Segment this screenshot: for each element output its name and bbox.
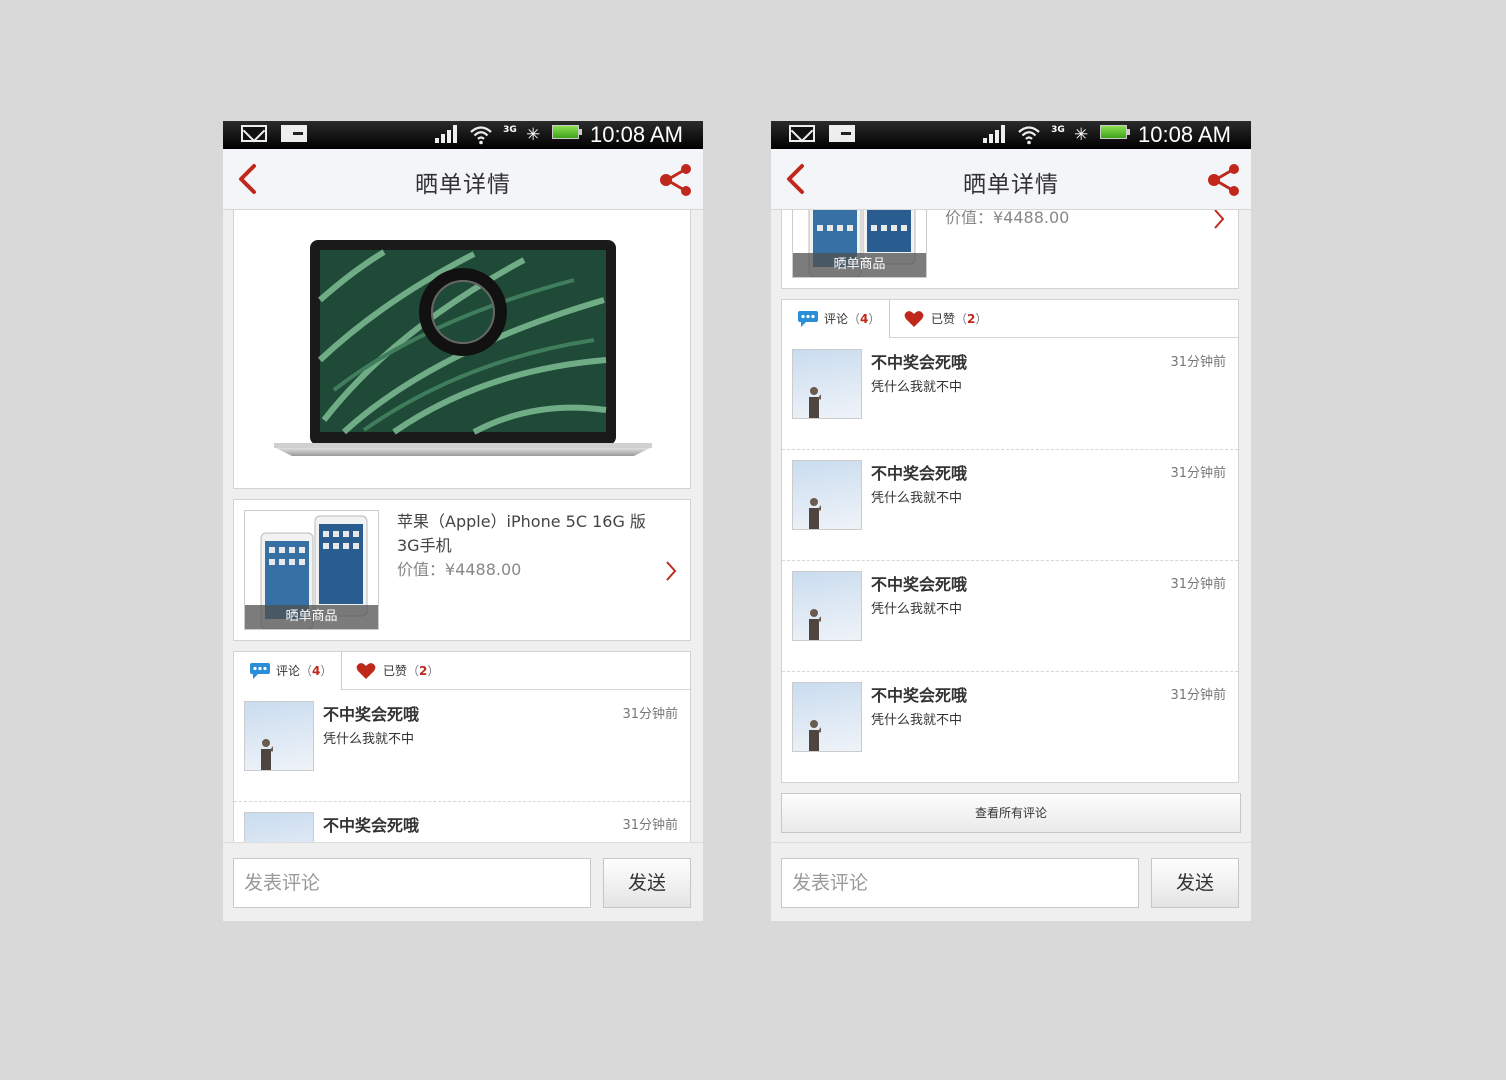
sd-card-icon	[829, 125, 855, 142]
avatar	[792, 349, 862, 419]
phone-screen-left: 3G ✳ 10:08 AM 晒单详情 晒单商品 苹果（Apple）iPhone …	[223, 121, 703, 921]
comment-input[interactable]	[233, 858, 591, 908]
comment-tabs: 评论（4） 已赞（2）	[234, 652, 690, 690]
mail-icon	[241, 125, 267, 142]
send-button[interactable]: 发送	[603, 858, 691, 908]
comment-user[interactable]: 不中奖会死哦	[871, 571, 967, 595]
share-icon[interactable]	[659, 163, 693, 197]
tab-comments-label: 评论	[824, 312, 849, 326]
page-title: 晒单详情	[415, 172, 511, 198]
price-value: ¥4488.00	[993, 210, 1070, 227]
network-type: 3G	[1051, 125, 1065, 135]
avatar	[792, 571, 862, 641]
tab-likes[interactable]: 已赞（2）	[342, 652, 690, 690]
comment-text: 凭什么我就不中	[871, 380, 963, 395]
thumbnail-label: 晒单商品	[245, 605, 378, 629]
avatar	[244, 812, 314, 842]
product-card[interactable]: 晒单商品 苹果（Apple）iPhone 5C 16G 版 3G手机 价值：¥4…	[233, 499, 691, 641]
comment-time: 31分钟前	[1170, 355, 1226, 370]
share-icon[interactable]	[1207, 163, 1241, 197]
view-all-comments-button[interactable]: 查看所有评论	[781, 793, 1241, 833]
avatar	[792, 460, 862, 530]
hero-image-panel	[233, 210, 691, 489]
comment-user[interactable]: 不中奖会死哦	[871, 682, 967, 706]
thumbnail-label: 晒单商品	[793, 253, 926, 277]
product-card[interactable]: 晒单商品 苹果（Apple）iPhone 5C 16G 版 3G手机 价值：¥4…	[781, 210, 1239, 289]
tab-comments-label: 评论	[276, 664, 301, 678]
status-time: 10:08 AM	[1138, 122, 1231, 147]
comment-text: 凭什么我就不中	[323, 732, 415, 747]
battery-icon	[1100, 125, 1130, 139]
scroll-content[interactable]: 晒单商品 苹果（Apple）iPhone 5C 16G 版 3G手机 价值：¥4…	[223, 210, 703, 842]
comment-row: 不中奖会死哦 31分钟前 凭什么我就不中	[782, 672, 1238, 783]
send-button[interactable]: 发送	[1151, 858, 1239, 908]
app-header: 晒单详情	[771, 149, 1251, 210]
wifi-icon	[470, 126, 492, 145]
tab-likes-label: 已赞	[931, 312, 956, 326]
mail-icon	[789, 125, 815, 142]
product-price-row: 价值：¥4488.00	[397, 558, 521, 582]
app-header: 晒单详情	[223, 149, 703, 210]
comment-row: 不中奖会死哦 31分钟前 凭什么我就不中	[782, 561, 1238, 672]
comment-user[interactable]: 不中奖会死哦	[323, 812, 419, 836]
speech-bubble-icon	[250, 663, 270, 679]
heart-icon	[904, 311, 924, 327]
comments-panel: 评论（4） 已赞（2） 不中奖会死哦 31分钟前 凭什么我就不中 不中奖会死哦 …	[233, 651, 691, 842]
comment-row: 不中奖会死哦 31分钟前 凭什么我就不中	[782, 450, 1238, 561]
product-thumbnail: 晒单商品	[244, 510, 379, 630]
page-title: 晒单详情	[963, 172, 1059, 198]
signal-icon	[435, 125, 459, 143]
scroll-content[interactable]: 晒单商品 苹果（Apple）iPhone 5C 16G 版 3G手机 价值：¥4…	[771, 210, 1251, 842]
comment-composer: 发送	[771, 842, 1251, 921]
wifi-icon	[1018, 126, 1040, 145]
comment-user[interactable]: 不中奖会死哦	[871, 349, 967, 373]
bluetooth-icon: ✳	[1074, 125, 1089, 145]
avatar	[792, 682, 862, 752]
chevron-right-icon[interactable]	[1212, 210, 1226, 230]
price-label: 价值：	[945, 210, 994, 227]
laptop-photo	[274, 240, 652, 456]
price-value: ¥4488.00	[445, 560, 522, 579]
heart-icon	[356, 663, 376, 679]
comment-tabs: 评论（4） 已赞（2）	[782, 300, 1238, 338]
comment-time: 31分钟前	[622, 818, 678, 833]
comments-panel: 评论（4） 已赞（2） 不中奖会死哦 31分钟前 凭什么我就不中 不中奖会死哦 …	[781, 299, 1239, 783]
price-label: 价值：	[397, 560, 446, 579]
battery-icon	[552, 125, 582, 139]
product-thumbnail: 晒单商品	[792, 210, 927, 278]
comment-text: 凭什么我就不中	[871, 713, 963, 728]
comment-time: 31分钟前	[1170, 466, 1226, 481]
status-time: 10:08 AM	[590, 122, 683, 147]
comment-input[interactable]	[781, 858, 1139, 908]
comment-composer: 发送	[223, 842, 703, 921]
comment-user[interactable]: 不中奖会死哦	[871, 460, 967, 484]
tab-comments[interactable]: 评论（4）	[234, 652, 342, 690]
speech-bubble-icon	[798, 311, 818, 327]
comment-time: 31分钟前	[622, 707, 678, 722]
comment-text: 凭什么我就不中	[871, 491, 963, 506]
phone-screen-right: 3G ✳ 10:08 AM 晒单详情 晒单商品 价值：¥4488.00 评论（4…	[771, 121, 1251, 921]
network-type: 3G	[503, 125, 517, 135]
comment-row: 不中奖会死哦 31分钟前 凭什么我就不中	[234, 802, 690, 842]
comment-time: 31分钟前	[1170, 688, 1226, 703]
comment-row: 不中奖会死哦 31分钟前 凭什么我就不中	[782, 339, 1238, 450]
signal-icon	[983, 125, 1007, 143]
comment-user[interactable]: 不中奖会死哦	[323, 701, 419, 725]
comment-text: 凭什么我就不中	[871, 602, 963, 617]
comment-time: 31分钟前	[1170, 577, 1226, 592]
comment-row: 不中奖会死哦 31分钟前 凭什么我就不中	[234, 691, 690, 802]
status-bar: 3G ✳ 10:08 AM	[771, 121, 1251, 149]
chevron-right-icon[interactable]	[664, 560, 678, 582]
tab-likes-label: 已赞	[383, 664, 408, 678]
bluetooth-icon: ✳	[526, 125, 541, 145]
avatar	[244, 701, 314, 771]
tab-likes[interactable]: 已赞（2）	[890, 300, 1238, 338]
sd-card-icon	[281, 125, 307, 142]
product-price-row: 价值：¥4488.00	[945, 210, 1069, 230]
tab-comments[interactable]: 评论（4）	[782, 300, 890, 338]
status-bar: 3G ✳ 10:08 AM	[223, 121, 703, 149]
product-name: 苹果（Apple）iPhone 5C 16G 版 3G手机	[397, 512, 646, 555]
